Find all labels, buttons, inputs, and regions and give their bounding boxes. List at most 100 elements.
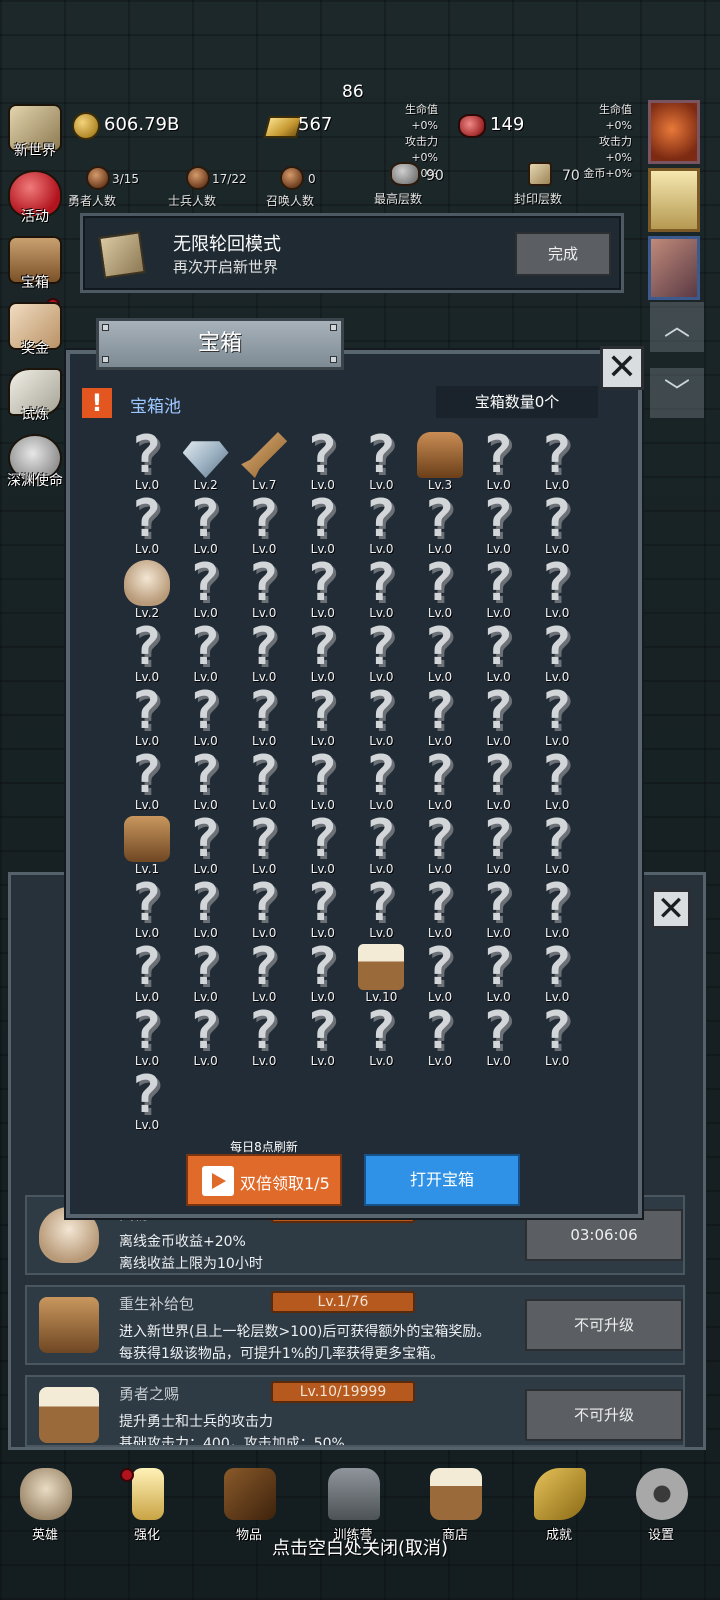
- chest-pool-cell[interactable]: Lv.2: [177, 428, 235, 492]
- nav-shop[interactable]: 商店: [410, 1464, 500, 1544]
- chest-pool-cell[interactable]: ? Lv.0: [411, 492, 469, 556]
- chest-pool-cell[interactable]: ? Lv.0: [352, 748, 410, 812]
- chest-pool-cell[interactable]: ? Lv.0: [118, 748, 176, 812]
- side-bonus[interactable]: 奖金: [0, 298, 70, 358]
- scroll-down-icon[interactable]: ﹀: [650, 368, 704, 418]
- chest-pool-cell[interactable]: ? Lv.0: [528, 812, 586, 876]
- chest-pool-cell[interactable]: ? Lv.0: [118, 1004, 176, 1068]
- chest-pool-cell[interactable]: ? Lv.0: [118, 684, 176, 748]
- nav-items[interactable]: 物品: [204, 1464, 294, 1544]
- chest-pool-cell[interactable]: ? Lv.0: [470, 684, 528, 748]
- open-chest-button[interactable]: 打开宝箱: [364, 1154, 520, 1206]
- chest-pool-cell[interactable]: ? Lv.0: [235, 1004, 293, 1068]
- chest-pool-cell[interactable]: ? Lv.0: [177, 556, 235, 620]
- chest-pool-cell[interactable]: ? Lv.0: [352, 428, 410, 492]
- chest-pool-cell[interactable]: ? Lv.0: [528, 1004, 586, 1068]
- chest-pool-cell[interactable]: ? Lv.0: [294, 556, 352, 620]
- close-icon[interactable]: ✕: [651, 889, 691, 929]
- chest-pool-cell[interactable]: ? Lv.0: [294, 876, 352, 940]
- chest-pool-cell[interactable]: ? Lv.0: [411, 812, 469, 876]
- nav-upgrade[interactable]: 强化: [102, 1464, 192, 1544]
- chest-pool-cell[interactable]: ? Lv.0: [177, 492, 235, 556]
- side-new-world[interactable]: 新世界: [0, 100, 70, 160]
- double-claim-button[interactable]: 双倍领取1/5: [186, 1154, 342, 1206]
- chest-pool-cell[interactable]: ? Lv.0: [352, 812, 410, 876]
- chest-pool-cell[interactable]: ? Lv.0: [294, 748, 352, 812]
- chest-pool-cell[interactable]: ? Lv.0: [177, 1004, 235, 1068]
- chest-pool-cell[interactable]: ? Lv.0: [528, 876, 586, 940]
- chest-pool-cell[interactable]: ? Lv.0: [235, 876, 293, 940]
- chest-pool-cell[interactable]: ? Lv.0: [294, 940, 352, 1004]
- chest-pool-cell[interactable]: ? Lv.0: [352, 492, 410, 556]
- chest-pool-cell[interactable]: ? Lv.0: [470, 556, 528, 620]
- chest-pool-cell[interactable]: ? Lv.0: [528, 620, 586, 684]
- scroll-up-icon[interactable]: ︿: [650, 302, 704, 352]
- chest-pool-cell[interactable]: Lv.2: [118, 556, 176, 620]
- chest-pool-cell[interactable]: ? Lv.0: [411, 876, 469, 940]
- chest-pool-cell[interactable]: Lv.7: [235, 428, 293, 492]
- nav-achievement[interactable]: 成就: [514, 1464, 604, 1544]
- side-abyss[interactable]: 深渊使命: [0, 430, 70, 490]
- chest-pool-cell[interactable]: ? Lv.0: [118, 940, 176, 1004]
- chest-pool-cell[interactable]: ? Lv.0: [235, 684, 293, 748]
- nav-settings[interactable]: 设置: [616, 1464, 706, 1544]
- chest-pool-cell[interactable]: Lv.10: [352, 940, 410, 1004]
- chest-pool-cell[interactable]: ? Lv.0: [352, 684, 410, 748]
- chest-pool-cell[interactable]: ? Lv.0: [528, 428, 586, 492]
- chest-pool-cell[interactable]: ? Lv.0: [528, 556, 586, 620]
- chest-pool-cell[interactable]: ? Lv.0: [294, 620, 352, 684]
- upgrade-disabled-button[interactable]: 不可升级: [525, 1299, 683, 1351]
- chest-pool-cell[interactable]: Lv.3: [411, 428, 469, 492]
- chest-pool-cell[interactable]: ? Lv.0: [118, 876, 176, 940]
- side-chest[interactable]: 宝箱: [0, 232, 70, 312]
- alert-icon[interactable]: !: [82, 388, 112, 418]
- chest-pool-cell[interactable]: ? Lv.0: [177, 748, 235, 812]
- chest-pool-cell[interactable]: ? Lv.0: [235, 556, 293, 620]
- nav-training[interactable]: 训练营: [308, 1464, 398, 1544]
- chest-pool-cell[interactable]: ? Lv.0: [470, 940, 528, 1004]
- chest-pool-cell[interactable]: ? Lv.0: [528, 684, 586, 748]
- chest-pool-cell[interactable]: ? Lv.0: [118, 428, 176, 492]
- side-activity[interactable]: 活动: [0, 166, 70, 226]
- chest-pool-cell[interactable]: ? Lv.0: [235, 812, 293, 876]
- chest-pool-cell[interactable]: ? Lv.0: [470, 748, 528, 812]
- chest-pool-cell[interactable]: ? Lv.0: [411, 620, 469, 684]
- chest-pool-cell[interactable]: ? Lv.0: [177, 940, 235, 1004]
- chest-pool-cell[interactable]: ? Lv.0: [294, 492, 352, 556]
- chest-pool-cell[interactable]: ? Lv.0: [177, 812, 235, 876]
- chest-pool-cell[interactable]: ? Lv.0: [470, 876, 528, 940]
- chest-pool-cell[interactable]: ? Lv.0: [294, 812, 352, 876]
- tap-to-close-hint[interactable]: 点击空白处关闭(取消): [0, 1534, 720, 1560]
- chest-pool-cell[interactable]: ? Lv.0: [235, 620, 293, 684]
- right-slot-candle[interactable]: [648, 168, 700, 232]
- chest-pool-cell[interactable]: ? Lv.0: [235, 492, 293, 556]
- chest-pool-cell[interactable]: ? Lv.0: [352, 620, 410, 684]
- chest-pool-cell[interactable]: ? Lv.0: [470, 812, 528, 876]
- chest-pool-cell[interactable]: ? Lv.0: [411, 556, 469, 620]
- chest-pool-cell[interactable]: ? Lv.0: [177, 684, 235, 748]
- chest-pool-cell[interactable]: ? Lv.0: [352, 1004, 410, 1068]
- chest-pool-cell[interactable]: ? Lv.0: [118, 620, 176, 684]
- chest-pool-cell[interactable]: ? Lv.0: [352, 876, 410, 940]
- dialog-close-icon[interactable]: ✕: [600, 346, 644, 390]
- chest-pool-cell[interactable]: ? Lv.0: [177, 620, 235, 684]
- chest-pool-cell[interactable]: ? Lv.0: [352, 556, 410, 620]
- chest-pool-cell[interactable]: ? Lv.0: [470, 428, 528, 492]
- complete-button[interactable]: 完成: [515, 232, 611, 276]
- right-slot-fruit[interactable]: [648, 100, 700, 164]
- chest-pool-cell[interactable]: ? Lv.0: [528, 940, 586, 1004]
- chest-pool-cell[interactable]: ? Lv.0: [294, 1004, 352, 1068]
- chest-pool-cell[interactable]: Lv.1: [118, 812, 176, 876]
- chest-pool-cell[interactable]: ? Lv.0: [411, 748, 469, 812]
- chest-pool-cell[interactable]: ? Lv.0: [528, 492, 586, 556]
- chest-pool-cell[interactable]: ? Lv.0: [411, 940, 469, 1004]
- chest-pool-cell[interactable]: ? Lv.0: [294, 428, 352, 492]
- nav-hero[interactable]: 英雄: [0, 1464, 90, 1544]
- chest-pool-cell[interactable]: ? Lv.0: [294, 684, 352, 748]
- chest-pool-cell[interactable]: ? Lv.0: [470, 620, 528, 684]
- chest-pool-cell[interactable]: ? Lv.0: [470, 492, 528, 556]
- chest-pool-cell[interactable]: ? Lv.0: [470, 1004, 528, 1068]
- side-trial[interactable]: 试炼: [0, 364, 70, 424]
- upgrade-disabled-button[interactable]: 不可升级: [525, 1389, 683, 1441]
- chest-pool-cell[interactable]: ? Lv.0: [118, 492, 176, 556]
